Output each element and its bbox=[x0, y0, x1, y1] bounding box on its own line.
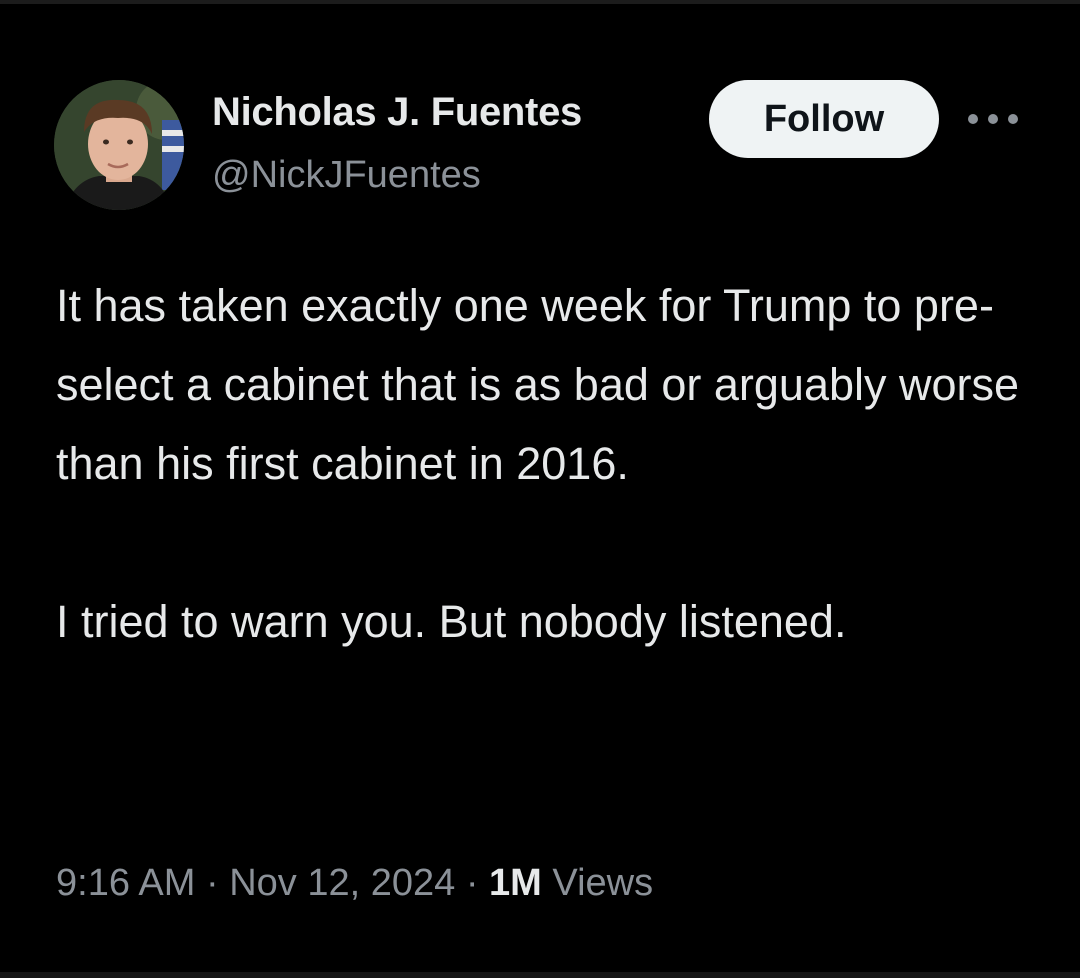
meta-separator: · bbox=[205, 862, 219, 904]
tweet-date[interactable]: Nov 12, 2024 bbox=[229, 862, 455, 904]
views-label: Views bbox=[552, 862, 654, 904]
more-horizontal-icon[interactable] bbox=[968, 112, 1018, 126]
follow-button[interactable]: Follow bbox=[709, 80, 939, 158]
author-handle[interactable]: @NickJFuentes bbox=[212, 154, 481, 197]
top-border bbox=[0, 0, 1080, 4]
more-dot bbox=[968, 114, 978, 124]
more-dot bbox=[988, 114, 998, 124]
more-dot bbox=[1008, 114, 1018, 124]
tweet-text: It has taken exactly one week for Trump … bbox=[56, 266, 1046, 661]
tweet-paragraph-1: It has taken exactly one week for Trump … bbox=[56, 280, 1020, 489]
tweet-paragraph-2: I tried to warn you. But nobody listened… bbox=[56, 596, 847, 647]
bottom-border bbox=[0, 972, 1080, 978]
meta-separator: · bbox=[465, 862, 479, 904]
author-name[interactable]: Nicholas J. Fuentes bbox=[212, 90, 582, 135]
avatar-image bbox=[54, 80, 184, 210]
views-count: 1M bbox=[489, 862, 542, 904]
tweet-time[interactable]: 9:16 AM bbox=[56, 862, 195, 904]
tweet-meta: 9:16 AM · Nov 12, 2024 · 1M Views bbox=[56, 862, 653, 905]
avatar[interactable] bbox=[54, 80, 184, 210]
